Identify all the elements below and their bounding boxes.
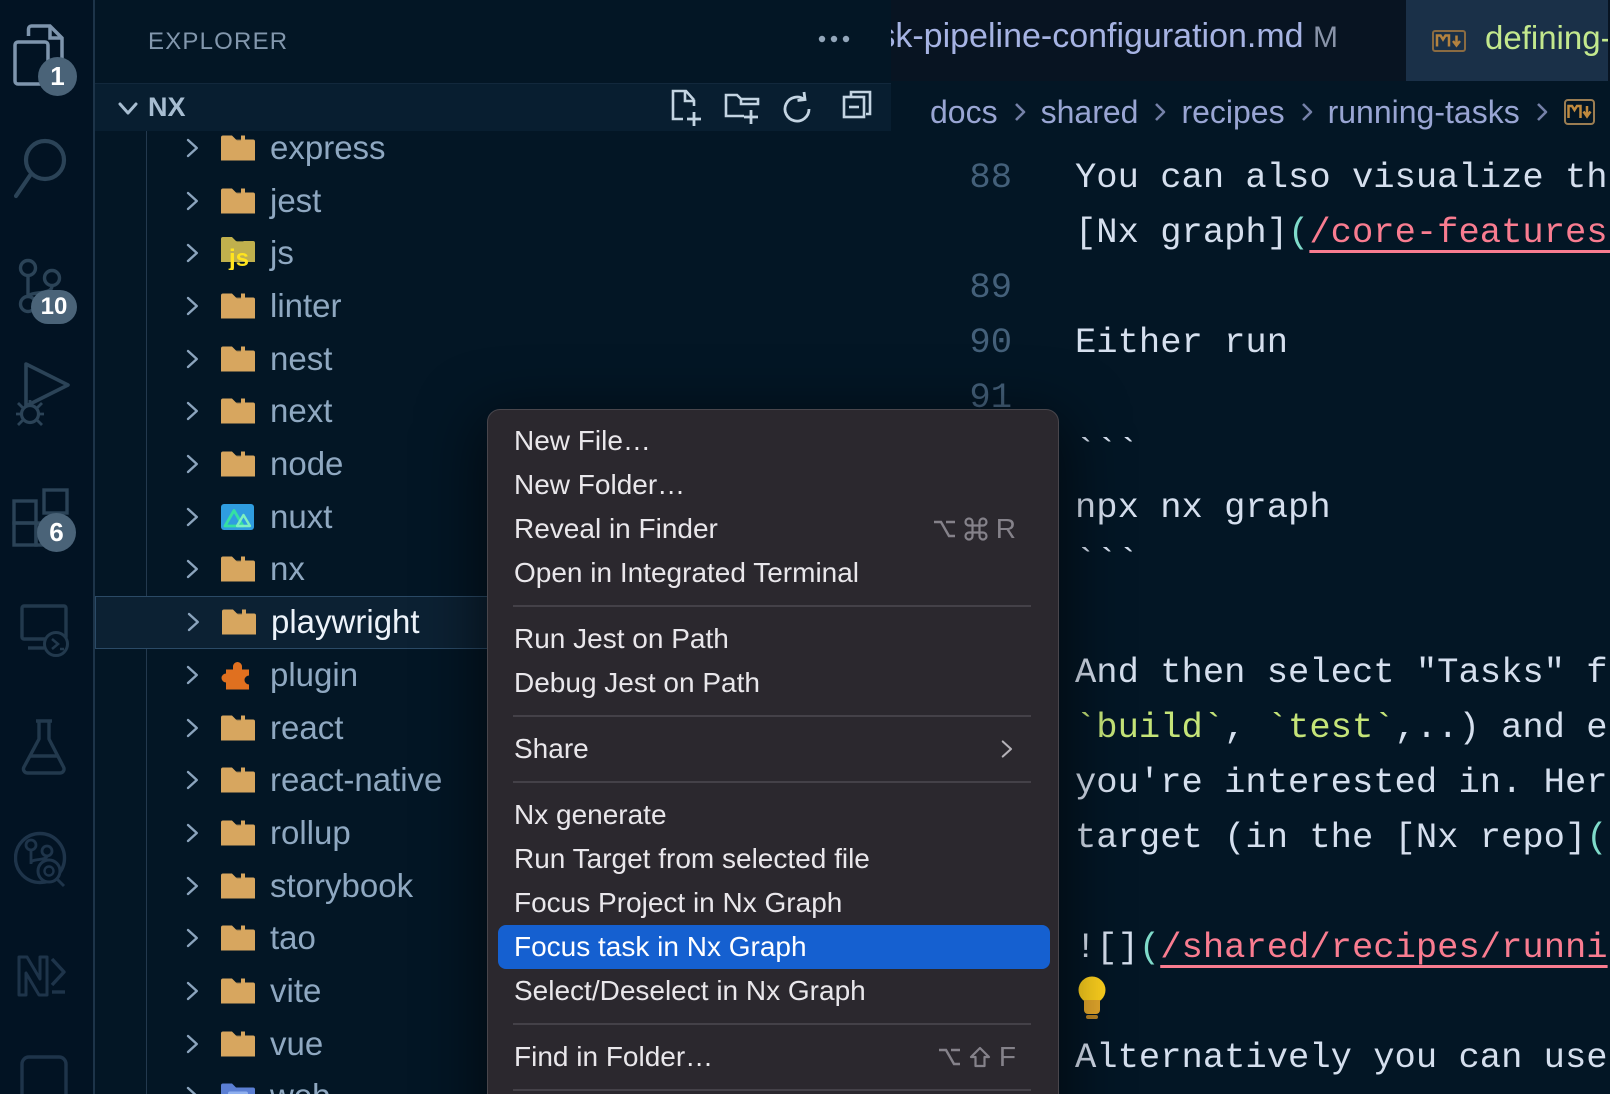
svg-text:js: js <box>228 245 249 270</box>
